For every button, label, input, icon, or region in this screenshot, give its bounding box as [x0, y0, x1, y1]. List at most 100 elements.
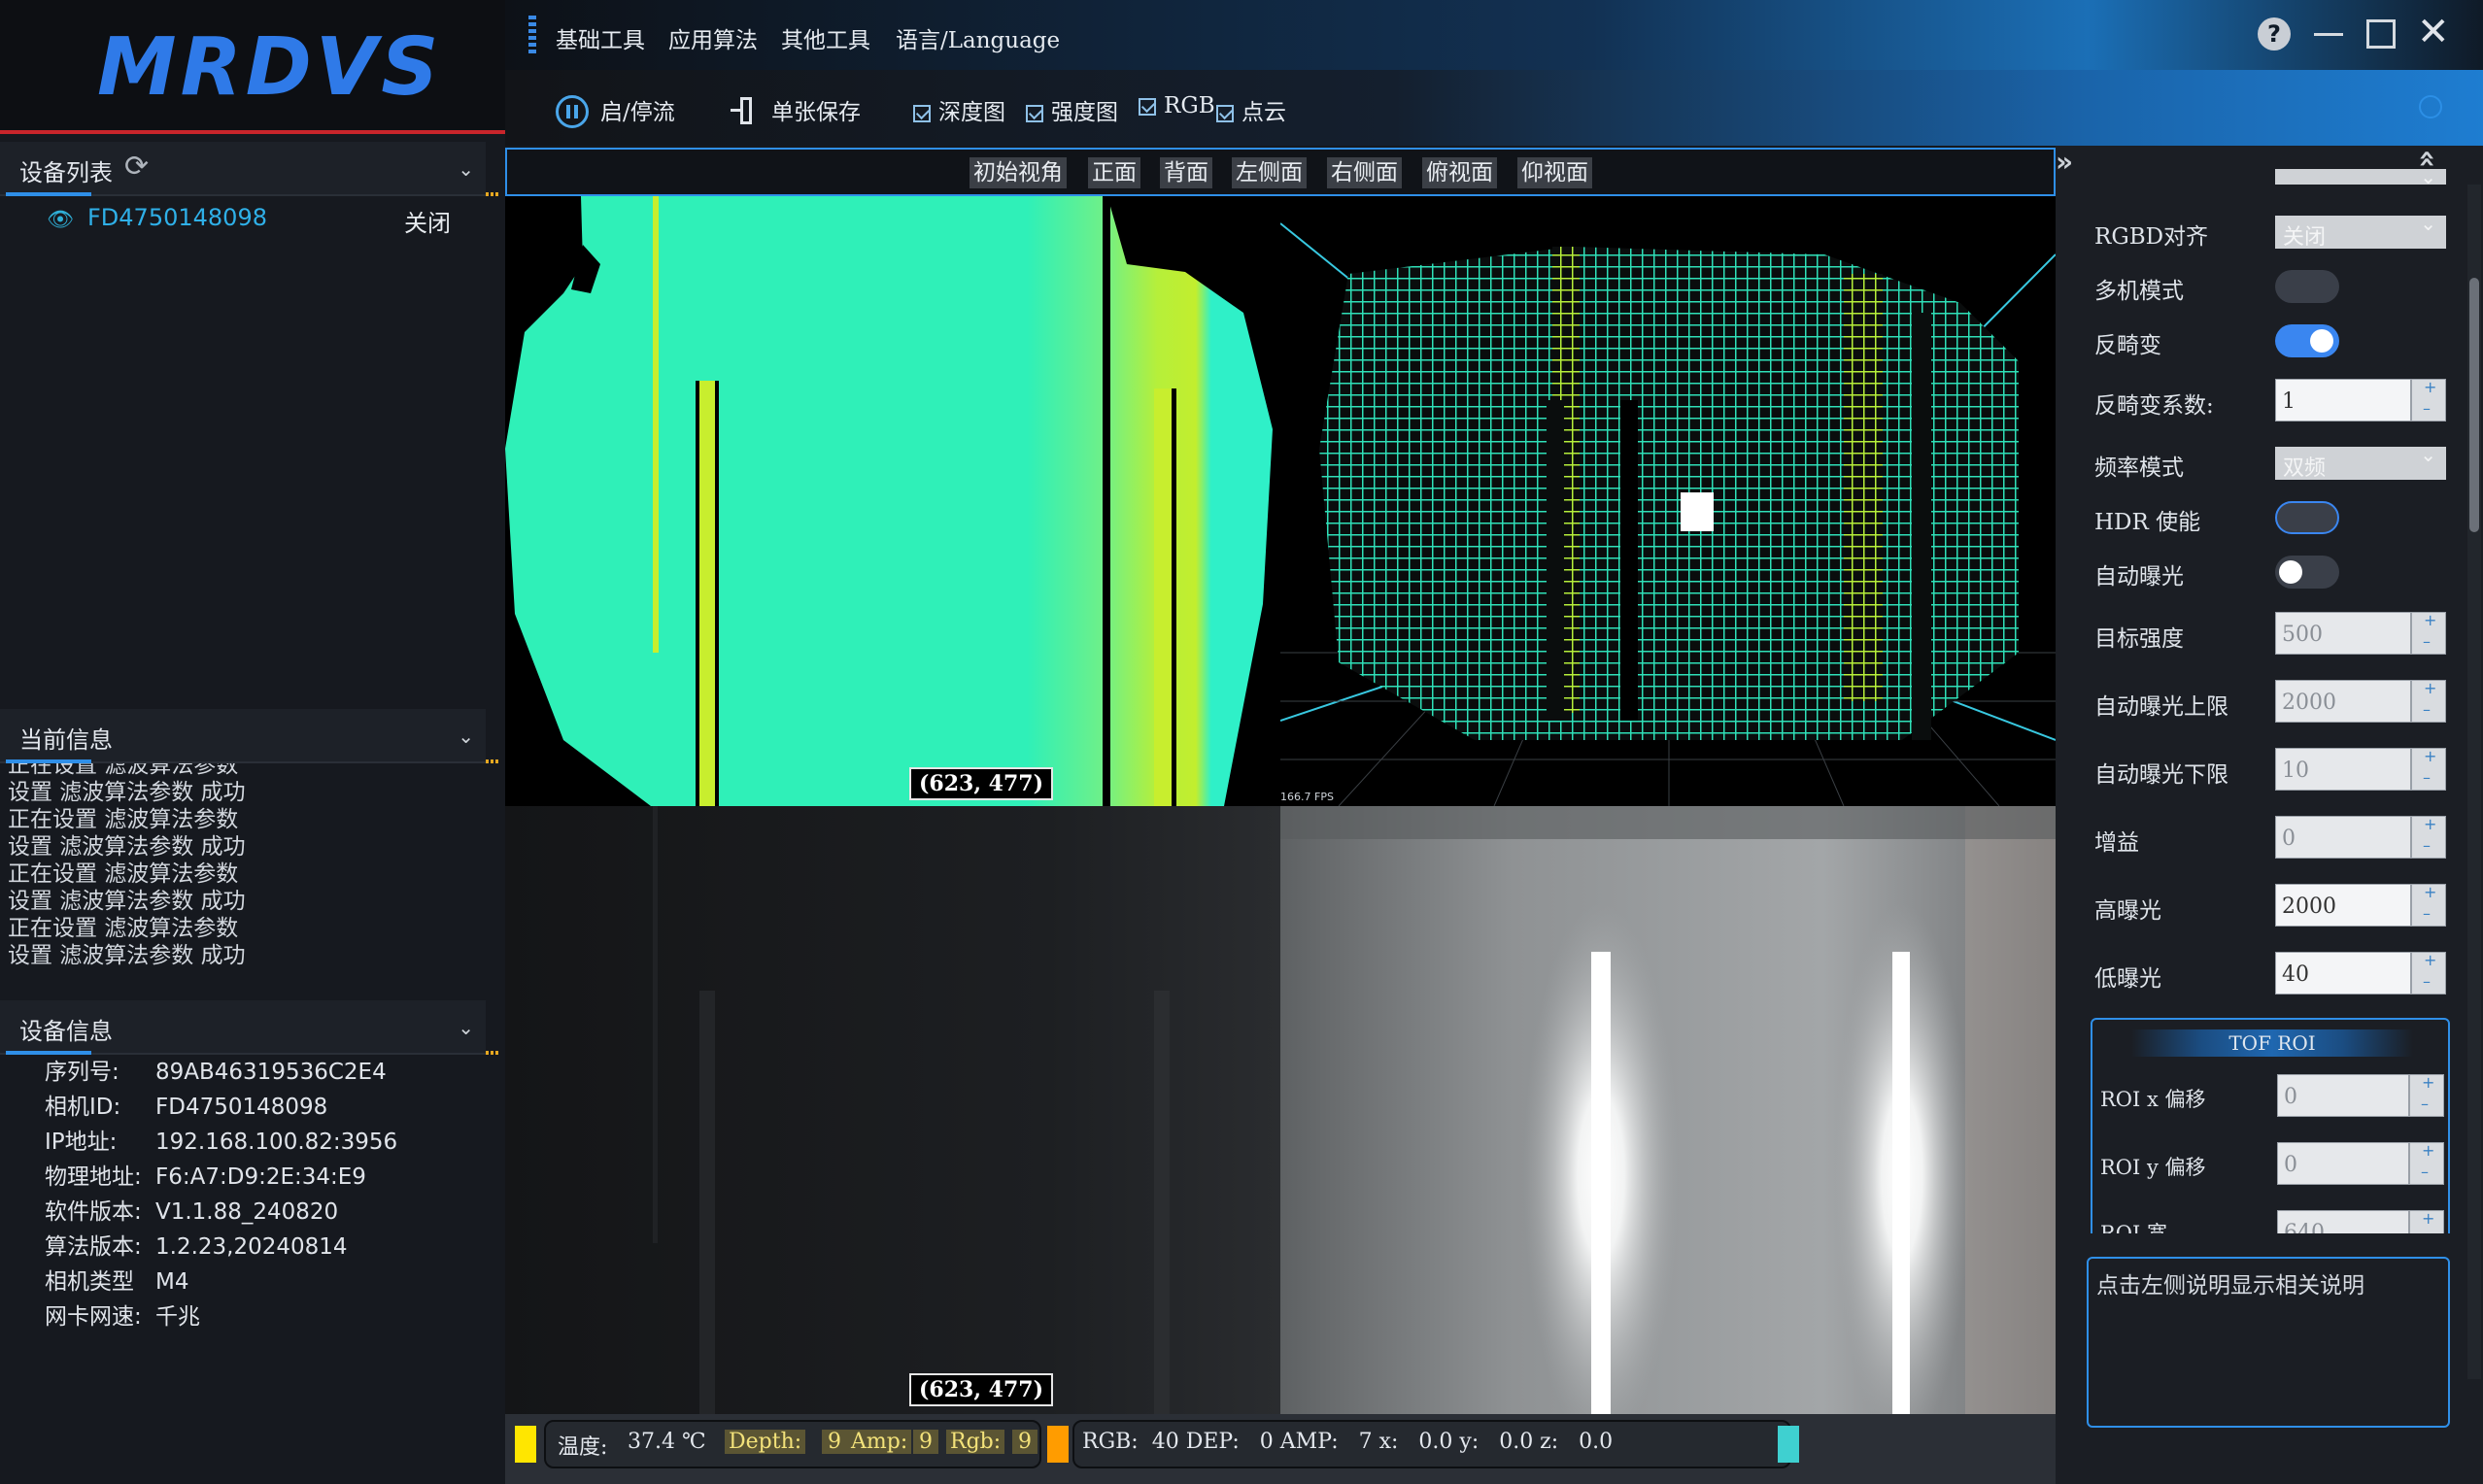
status-color-yellow [515, 1426, 536, 1463]
minimize-icon[interactable] [2314, 33, 2343, 36]
log-line: 设置 滤波算法参数 成功 [8, 780, 246, 805]
settings-scrollbar-thumb[interactable] [2469, 278, 2479, 532]
gain-stepper[interactable] [2411, 815, 2446, 859]
left-panel: MRDVS 设备列表 ⟳ ⌄ 👁 FD4750148098 关闭 当前信息 ⌄ … [0, 0, 505, 1484]
pixel-readout: RGB: 40 DEP: 0 AMP: 7 x: 0.0 y: 0.0 z: 0… [1082, 1430, 1614, 1454]
device-id[interactable]: FD4750148098 [87, 204, 267, 231]
help-button[interactable]: ? [2258, 17, 2291, 51]
target-intensity-input[interactable]: 500 [2275, 612, 2411, 655]
anti-distort-coef-input[interactable]: 1 [2275, 379, 2411, 422]
ae-lower-stepper[interactable] [2411, 747, 2446, 791]
roi-y-input[interactable]: 0 [2277, 1142, 2409, 1185]
log-line: 设置 滤波算法参数 成功 [8, 889, 246, 914]
section-resize-handle[interactable] [486, 1051, 499, 1055]
hdr-label: HDR 使能 [2094, 510, 2201, 535]
depth-fps-label: Depth: [725, 1430, 806, 1454]
fps-readout: 166.7 FPS [1280, 791, 1334, 803]
menu-other-tools[interactable]: 其他工具 [781, 21, 870, 54]
log-line: 设置 滤波算法参数 成功 [8, 834, 246, 860]
help-textbox[interactable]: 点击左侧说明显示相关说明 [2087, 1257, 2450, 1428]
menu-language[interactable]: 语言/Language [896, 21, 1060, 54]
grip-icon [528, 16, 536, 54]
pointcloud-checkbox[interactable]: 点云 [1216, 93, 1286, 126]
collapse-left-icon[interactable]: » [2056, 146, 2073, 178]
rgb-checkbox[interactable]: RGB [1139, 93, 1215, 118]
low-exposure-stepper[interactable] [2411, 951, 2446, 995]
target-intensity-stepper[interactable] [2411, 611, 2446, 655]
view-left-button[interactable]: 左侧面 [1232, 157, 1307, 188]
status-color-orange [1047, 1426, 1069, 1463]
settings-panel: » » RGBD对齐 关闭 多机模式 反畸变 反畸变系数: 1 频率模式 双频 … [2056, 146, 2483, 1484]
device-item[interactable]: 👁 FD4750148098 关闭 [47, 204, 474, 239]
info-row-camera-id: 相机ID: FD4750148098 [45, 1095, 328, 1120]
chevron-down-icon[interactable]: ⌄ [458, 1016, 474, 1039]
menu-app-algorithms[interactable]: 应用算法 [668, 21, 758, 54]
start-stop-button[interactable]: 启/停流 [556, 93, 675, 128]
menu-basic-tools[interactable]: 基础工具 [556, 21, 645, 54]
auto-exposure-toggle[interactable] [2275, 556, 2339, 589]
amp-fps-label: Amp: [847, 1430, 912, 1454]
view-front-button[interactable]: 正面 [1088, 157, 1140, 188]
settings-scrollbar[interactable] [2467, 185, 2481, 1379]
close-icon[interactable]: ✕ [2417, 10, 2450, 54]
roi-x-input[interactable]: 0 [2277, 1074, 2409, 1117]
low-exposure-input[interactable]: 40 [2275, 952, 2411, 995]
amp-fps-value: 9 [913, 1430, 938, 1454]
restore-icon[interactable] [2366, 19, 2396, 49]
section-resize-handle[interactable] [486, 192, 499, 196]
device-close-button[interactable]: 关闭 [404, 204, 451, 238]
hdr-toggle[interactable] [2275, 501, 2339, 534]
device-list-header[interactable]: 设备列表 ⟳ ⌄ [0, 142, 499, 196]
eye-icon[interactable]: 👁 [47, 208, 74, 232]
log-line: 正在设置 滤波算法参数 [8, 916, 239, 941]
roi-y-stepper[interactable] [2409, 1141, 2444, 1185]
amp-coord-readout: (623, 477) [909, 1373, 1053, 1406]
multi-mode-toggle[interactable] [2275, 270, 2339, 303]
high-exposure-input[interactable]: 2000 [2275, 884, 2411, 927]
high-exposure-stepper[interactable] [2411, 883, 2446, 927]
view-back-button[interactable]: 背面 [1160, 157, 1212, 188]
freq-mode-select[interactable]: 双频 [2275, 443, 2446, 481]
pointcloud-view[interactable]: 166.7 FPS [1280, 196, 2056, 806]
amplitude-view[interactable]: (623, 477) [505, 806, 1280, 1414]
pointcloud-image [1280, 222, 2056, 806]
gain-label: 增益 [2094, 830, 2139, 856]
chevron-down-icon[interactable]: ⌄ [458, 157, 474, 181]
amplitude-image [505, 806, 1280, 1414]
ae-upper-stepper[interactable] [2411, 679, 2446, 723]
info-row-serial: 序列号: 89AB46319536C2E4 [45, 1060, 387, 1085]
current-info-log: 正在设置 滤波算法参数 设置 滤波算法参数 成功 正在设置 滤波算法参数 设置 … [0, 763, 505, 977]
view-initial-button[interactable]: 初始视角 [969, 157, 1067, 188]
roi-x-stepper[interactable] [2409, 1073, 2444, 1117]
view-right-button[interactable]: 右侧面 [1327, 157, 1402, 188]
save-node-icon [731, 97, 758, 124]
device-info-header[interactable]: 设备信息 ⌄ [0, 1000, 499, 1055]
current-info-title: 当前信息 [19, 726, 113, 754]
status-color-teal [1778, 1426, 1799, 1463]
anti-distort-coef-stepper[interactable] [2411, 378, 2446, 422]
amp-checkbox[interactable]: 强度图 [1026, 93, 1118, 126]
anti-distort-toggle[interactable] [2275, 324, 2339, 357]
gain-input[interactable]: 0 [2275, 816, 2411, 859]
info-row-camera-type: 相机类型 M4 [45, 1269, 189, 1295]
refresh-icon[interactable]: ⟳ [124, 150, 149, 184]
multi-mode-label: 多机模式 [2094, 279, 2184, 304]
temp-label: 温度: [558, 1435, 608, 1460]
view-top-button[interactable]: 俯视面 [1422, 157, 1497, 188]
ae-lower-input[interactable]: 10 [2275, 748, 2411, 791]
roi-x-label: ROI x 偏移 [2100, 1088, 2206, 1111]
chevron-down-icon[interactable]: ⌄ [458, 725, 474, 748]
section-underline [6, 192, 91, 196]
depth-checkbox[interactable]: 深度图 [913, 93, 1005, 126]
app-window: MRDVS 设备列表 ⟳ ⌄ 👁 FD4750148098 关闭 当前信息 ⌄ … [0, 0, 2483, 1484]
toolbar: 启/停流 单张保存 深度图 强度图 RGB 点云 [505, 70, 2483, 146]
ae-upper-input[interactable]: 2000 [2275, 680, 2411, 723]
partial-select[interactable] [2275, 165, 2446, 188]
rgb-view[interactable] [1280, 806, 2056, 1414]
depth-view[interactable]: (623, 477) [505, 196, 1280, 806]
current-info-header[interactable]: 当前信息 ⌄ [0, 709, 499, 763]
view-bottom-button[interactable]: 仰视面 [1517, 157, 1592, 188]
rgb-image [1280, 806, 2056, 1414]
single-save-button[interactable]: 单张保存 [731, 93, 861, 126]
rgbd-align-select[interactable]: 关闭 [2275, 212, 2446, 250]
